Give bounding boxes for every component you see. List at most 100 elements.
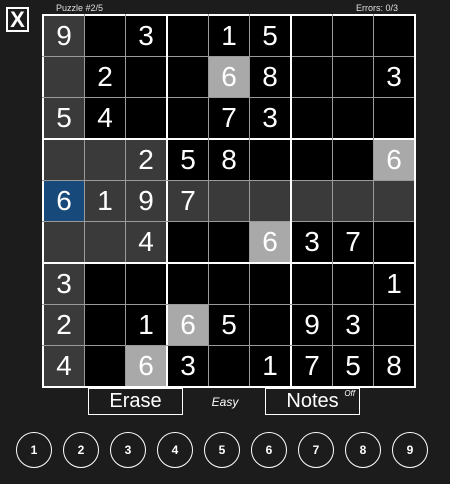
board-cell-r2-c4[interactable] <box>168 57 208 97</box>
board-cell-r7-c4[interactable] <box>168 264 208 304</box>
board-cell-r3-c4[interactable] <box>168 98 208 138</box>
board-cell-r1-c9[interactable] <box>374 16 414 56</box>
grid-line-horizontal <box>42 262 416 264</box>
board-cell-r5-c9[interactable] <box>374 181 414 221</box>
board-cell-r9-c8[interactable]: 5 <box>333 346 373 386</box>
error-counter: Errors: 0/3 <box>355 3 398 13</box>
board-cell-r9-c1[interactable]: 4 <box>44 346 84 386</box>
number-button-4[interactable]: 4 <box>157 432 193 468</box>
board-cell-r8-c8[interactable]: 3 <box>333 305 373 345</box>
board-cell-r6-c6[interactable]: 6 <box>250 222 290 262</box>
board-cell-r6-c8[interactable]: 7 <box>333 222 373 262</box>
board-cell-r2-c5[interactable]: 6 <box>209 57 249 97</box>
board-cell-r8-c1[interactable]: 2 <box>44 305 84 345</box>
board-cell-r6-c2[interactable] <box>85 222 125 262</box>
board-cell-r4-c4[interactable]: 5 <box>168 140 208 180</box>
board-cell-r4-c8[interactable] <box>333 140 373 180</box>
board-cell-r4-c9[interactable]: 6 <box>374 140 414 180</box>
board-cell-r2-c6[interactable]: 8 <box>250 57 290 97</box>
board-cell-r9-c4[interactable]: 3 <box>168 346 208 386</box>
board-cell-r8-c6[interactable] <box>250 305 290 345</box>
board-cell-r2-c9[interactable]: 3 <box>374 57 414 97</box>
board-cell-r9-c6[interactable]: 1 <box>250 346 290 386</box>
board-cell-r4-c3[interactable]: 2 <box>126 140 166 180</box>
board-cell-r9-c7[interactable]: 7 <box>292 346 332 386</box>
board-cell-r4-c7[interactable] <box>292 140 332 180</box>
board-cell-r5-c3[interactable]: 9 <box>126 181 166 221</box>
number-button-6[interactable]: 6 <box>251 432 287 468</box>
board-cell-r9-c2[interactable] <box>85 346 125 386</box>
board-cell-r4-c2[interactable] <box>85 140 125 180</box>
board-cell-r9-c5[interactable] <box>209 346 249 386</box>
board-cell-r6-c9[interactable] <box>374 222 414 262</box>
close-button[interactable]: X <box>6 7 29 32</box>
board-cell-r2-c1[interactable] <box>44 57 84 97</box>
board-cell-r7-c8[interactable] <box>333 264 373 304</box>
board-cell-r5-c2[interactable]: 1 <box>85 181 125 221</box>
board-cell-r7-c2[interactable] <box>85 264 125 304</box>
grid-line-vertical <box>373 14 374 388</box>
board-cell-r8-c2[interactable] <box>85 305 125 345</box>
board-cell-r3-c8[interactable] <box>333 98 373 138</box>
board-cell-r5-c8[interactable] <box>333 181 373 221</box>
board-cell-r8-c5[interactable]: 5 <box>209 305 249 345</box>
board-cell-r5-c4[interactable]: 7 <box>168 181 208 221</box>
board-cell-r8-c3[interactable]: 1 <box>126 305 166 345</box>
board-cell-r5-c1[interactable]: 6 <box>44 181 84 221</box>
board-cell-r8-c7[interactable]: 9 <box>292 305 332 345</box>
board-cell-r9-c3[interactable]: 6 <box>126 346 166 386</box>
board-cell-r3-c5[interactable]: 7 <box>209 98 249 138</box>
board-cell-r7-c5[interactable] <box>209 264 249 304</box>
board-cell-r3-c7[interactable] <box>292 98 332 138</box>
board-cell-r2-c3[interactable] <box>126 57 166 97</box>
board-cell-r3-c2[interactable]: 4 <box>85 98 125 138</box>
board-cell-r7-c7[interactable] <box>292 264 332 304</box>
board-cell-r5-c5[interactable] <box>209 181 249 221</box>
board-cell-r6-c7[interactable]: 3 <box>292 222 332 262</box>
number-button-7[interactable]: 7 <box>298 432 334 468</box>
board-cell-r8-c9[interactable] <box>374 305 414 345</box>
board-cell-r5-c6[interactable] <box>250 181 290 221</box>
grid-line-horizontal <box>42 138 416 140</box>
board-cell-r4-c5[interactable]: 8 <box>209 140 249 180</box>
board-cell-r6-c3[interactable]: 4 <box>126 222 166 262</box>
notes-toggle-button[interactable]: Notes Off <box>265 388 360 415</box>
board-cell-r1-c2[interactable] <box>85 16 125 56</box>
board-cell-r1-c1[interactable]: 9 <box>44 16 84 56</box>
board-cell-r1-c8[interactable] <box>333 16 373 56</box>
grid-line-vertical <box>125 14 126 388</box>
board-cell-r2-c7[interactable] <box>292 57 332 97</box>
board-cell-r6-c5[interactable] <box>209 222 249 262</box>
board-cell-r3-c1[interactable]: 5 <box>44 98 84 138</box>
number-button-8[interactable]: 8 <box>345 432 381 468</box>
board-cell-r6-c1[interactable] <box>44 222 84 262</box>
board-cell-r9-c9[interactable]: 8 <box>374 346 414 386</box>
board-cell-r1-c5[interactable]: 1 <box>209 16 249 56</box>
board-cell-r7-c9[interactable]: 1 <box>374 264 414 304</box>
board-cell-r6-c4[interactable] <box>168 222 208 262</box>
board-cell-r8-c4[interactable]: 6 <box>168 305 208 345</box>
board-cell-r1-c3[interactable]: 3 <box>126 16 166 56</box>
board-cell-r4-c1[interactable] <box>44 140 84 180</box>
board-cell-r3-c9[interactable] <box>374 98 414 138</box>
board-cell-r2-c8[interactable] <box>333 57 373 97</box>
board-cell-r4-c6[interactable] <box>250 140 290 180</box>
number-button-1[interactable]: 1 <box>16 432 52 468</box>
number-button-9[interactable]: 9 <box>392 432 428 468</box>
board-cell-r7-c3[interactable] <box>126 264 166 304</box>
board-cell-r5-c7[interactable] <box>292 181 332 221</box>
board-cell-r3-c6[interactable]: 3 <box>250 98 290 138</box>
number-button-3[interactable]: 3 <box>110 432 146 468</box>
board-cell-r7-c1[interactable]: 3 <box>44 264 84 304</box>
erase-button[interactable]: Erase <box>88 388 183 415</box>
number-button-5[interactable]: 5 <box>204 432 240 468</box>
board-cell-r2-c2[interactable]: 2 <box>85 57 125 97</box>
number-button-2[interactable]: 2 <box>63 432 99 468</box>
board-cell-r1-c4[interactable] <box>168 16 208 56</box>
board-cell-r3-c3[interactable] <box>126 98 166 138</box>
grid-line-horizontal <box>42 345 416 346</box>
grid-line-horizontal <box>42 97 416 98</box>
board-cell-r1-c6[interactable]: 5 <box>250 16 290 56</box>
board-cell-r7-c6[interactable] <box>250 264 290 304</box>
board-cell-r1-c7[interactable] <box>292 16 332 56</box>
